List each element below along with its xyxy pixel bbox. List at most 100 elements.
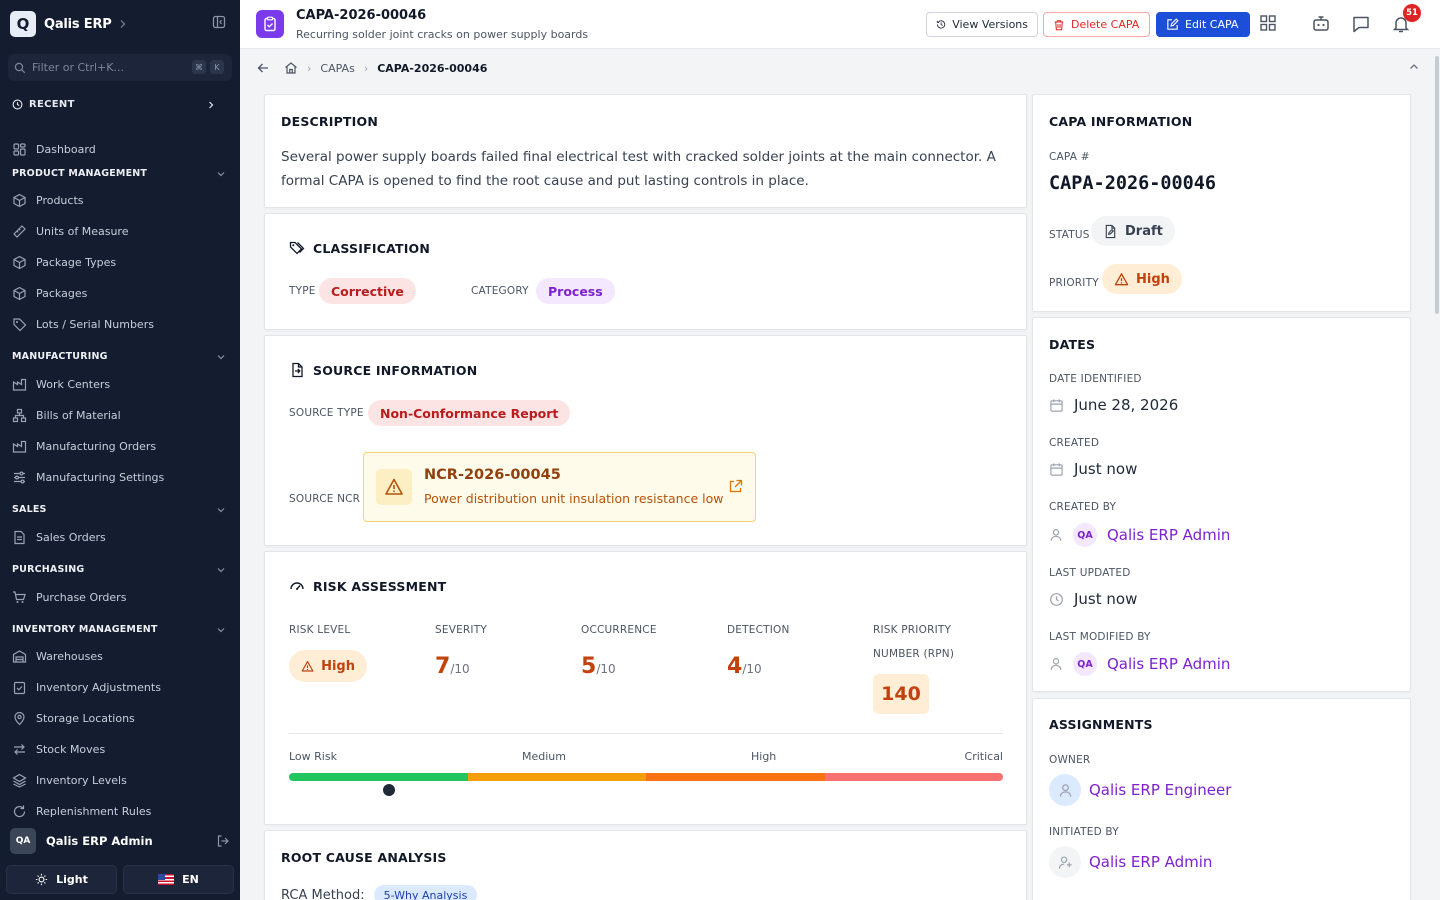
external-link-icon[interactable] [728,479,743,494]
home-icon[interactable] [284,61,298,75]
search-icon [14,62,26,73]
apps-grid-icon[interactable] [1259,14,1277,32]
owner-avatar [1049,774,1081,806]
created-row: Just now [1049,460,1137,478]
sidebar-item-package-types[interactable]: Package Types [12,255,230,270]
sidebar-filter-input[interactable]: Filter or Ctrl+K... ⌘ K [8,54,232,81]
sidebar-item-warehouses[interactable]: Warehouses [12,649,230,664]
rpn-label-line2: NUMBER (RPN) [873,648,955,660]
avatar: QA [1073,523,1097,547]
occurrence-max: /10 [596,662,616,676]
detection-max: /10 [742,662,762,676]
date-identified-row: June 28, 2026 [1049,396,1178,414]
back-arrow-icon[interactable] [256,61,270,75]
box-icon [13,193,26,208]
risk-scale-labels: Low Risk Medium High Critical [289,750,1003,764]
view-versions-button[interactable]: View Versions [926,12,1038,37]
bot-icon[interactable] [1311,14,1331,34]
last-modified-by-link[interactable]: Qalis ERP Admin [1107,655,1230,673]
sidebar-item-lots-serial[interactable]: Lots / Serial Numbers [12,317,230,332]
description-text: Several power supply boards failed final… [281,149,996,189]
avatar: QA [1073,652,1097,676]
section-sales[interactable]: SALES [12,504,230,515]
created-value: Just now [1074,460,1138,478]
detection-label: DETECTION [727,624,790,636]
section-manufacturing[interactable]: MANUFACTURING [12,351,230,362]
sidebar-item-replenishment-rules[interactable]: Replenishment Rules [12,804,230,819]
card-title: ASSIGNMENTS [1049,717,1153,732]
language-button[interactable]: EN [123,865,234,894]
sidebar-item-work-centers[interactable]: Work Centers [12,377,230,392]
section-purchasing[interactable]: PURCHASING [12,564,230,575]
user-name: Qalis ERP Admin [46,834,153,848]
source-type-label: SOURCE TYPE [289,407,364,419]
breadcrumb-current: CAPA-2026-00046 [377,61,488,75]
chevron-right-icon[interactable] [118,19,128,29]
created-by-link[interactable]: Qalis ERP Admin [1107,526,1230,544]
calendar-icon [1050,462,1063,476]
section-inventory-management[interactable]: INVENTORY MANAGEMENT [12,624,230,635]
section-product-management[interactable]: PRODUCT MANAGEMENT [12,168,230,179]
sidebar-item-packages[interactable]: Packages [12,286,230,301]
severity-value: 7 [435,654,451,679]
scale-label-high: High [751,750,777,763]
app-name[interactable]: Qalis ERP [44,17,112,32]
sidebar-item-purchase-orders[interactable]: Purchase Orders [12,590,230,605]
app-logo[interactable]: Q [10,11,36,37]
dashboard-icon [13,143,26,156]
sidebar-item-units-of-measure[interactable]: Units of Measure [12,224,230,239]
sidebar-item-sales-orders[interactable]: Sales Orders [12,530,230,545]
topbar: CAPA-2026-00046 Recurring solder joint c… [240,0,1440,49]
card-header: CLASSIFICATION [289,240,430,256]
sidebar-item-inventory-levels[interactable]: Inventory Levels [12,773,230,788]
card-header: RISK ASSESSMENT [289,578,446,594]
initiated-by-link[interactable]: Qalis ERP Admin [1089,853,1212,871]
detection-field: DETECTION 4/10 [727,618,790,679]
priority-value: High [1136,271,1170,287]
breadcrumb-separator: › [307,61,312,75]
source-info-card: SOURCE INFORMATION SOURCE TYPE Non-Confo… [264,335,1027,546]
chevron-up-icon[interactable] [1408,61,1420,73]
sidebar-item-inventory-adjustments[interactable]: Inventory Adjustments [12,680,230,695]
date-identified-label: DATE IDENTIFIED [1049,373,1142,385]
edit-capa-button[interactable]: Edit CAPA [1156,12,1250,37]
card-header: SOURCE INFORMATION [289,362,477,378]
user-icon [1050,529,1062,541]
recent-label: RECENT [29,99,75,110]
clock-icon [12,99,23,110]
sidebar-item-manufacturing-orders[interactable]: Manufacturing Orders [12,439,230,454]
owner-link[interactable]: Qalis ERP Engineer [1089,781,1231,799]
sidebar-item-dashboard[interactable]: Dashboard [12,142,230,157]
occurrence-field: OCCURRENCE 5/10 [581,618,657,679]
description-card: DESCRIPTION Several power supply boards … [264,94,1027,208]
delete-capa-button[interactable]: Delete CAPA [1043,12,1150,37]
tag-icon [13,318,27,332]
breadcrumb-capas-link[interactable]: CAPAs [320,62,354,75]
sidebar-item-manufacturing-settings[interactable]: Manufacturing Settings [12,470,230,485]
sidebar-item-label: Bills of Material [36,409,121,422]
sidebar-collapse-icon[interactable] [212,15,226,29]
sidebar-item-storage-locations[interactable]: Storage Locations [12,711,230,726]
logout-icon[interactable] [216,834,230,848]
chat-icon[interactable] [1351,14,1371,34]
sidebar-item-products[interactable]: Products [12,193,230,208]
scrollbar-thumb[interactable] [1435,56,1439,314]
notification-badge: 51 [1403,4,1421,22]
risk-scale-segment-3 [646,773,825,781]
source-ncr-link-card[interactable]: NCR-2026-00045 Power distribution unit i… [363,452,756,522]
factory-icon [12,378,27,391]
user-icon [1059,783,1071,797]
risk-scale-segment-2 [467,773,646,781]
recent-toggle[interactable]: RECENT [12,99,230,110]
sidebar: Q Qalis ERP Filter or Ctrl+K... ⌘ K RECE… [0,0,240,900]
card-title: DESCRIPTION [281,114,378,129]
occurrence-score: 5/10 [581,654,657,679]
card-title: CAPA INFORMATION [1049,114,1193,129]
view-versions-label: View Versions [952,18,1028,31]
card-title: DATES [1049,337,1096,352]
sidebar-user[interactable]: QA Qalis ERP Admin [0,823,240,859]
history-icon [936,20,946,29]
sidebar-item-bills-of-material[interactable]: Bills of Material [12,408,230,423]
theme-toggle-button[interactable]: Light [6,865,117,894]
sidebar-item-stock-moves[interactable]: Stock Moves [12,742,230,757]
